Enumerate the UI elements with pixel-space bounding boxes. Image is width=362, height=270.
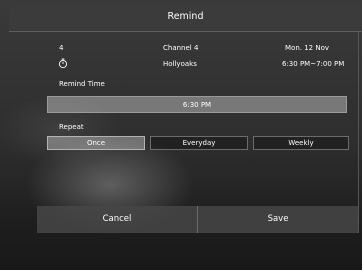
repeat-option-weekly[interactable]: Weekly: [253, 136, 349, 150]
save-button[interactable]: Save: [198, 206, 358, 233]
save-button-label: Save: [267, 214, 289, 224]
header-divider: [9, 31, 362, 32]
program-time-range: 6:30 PM~7:00 PM: [282, 60, 345, 68]
remind-time-field[interactable]: 6:30 PM: [47, 96, 347, 113]
cancel-button-label: Cancel: [102, 214, 132, 224]
repeat-option-label: Weekly: [288, 139, 314, 147]
dialog-title: Remind: [167, 11, 204, 22]
repeat-label: Repeat: [59, 123, 84, 131]
dialog-frame-edge: [358, 32, 359, 233]
program-date: Mon. 12 Nov: [285, 44, 330, 52]
program-title: Hollyoaks: [163, 60, 197, 68]
cancel-button[interactable]: Cancel: [37, 206, 197, 233]
channel-name: Channel 4: [163, 44, 199, 52]
timer-icon: [58, 58, 68, 69]
repeat-option-once[interactable]: Once: [47, 136, 145, 150]
repeat-option-label: Once: [86, 139, 106, 147]
dialog-header: Remind: [9, 5, 362, 31]
channel-number: 4: [59, 44, 64, 52]
repeat-option-label: Everyday: [182, 139, 216, 147]
remind-dialog: Remind 4 Channel 4 Mon. 12 Nov Hollyoaks…: [0, 0, 362, 270]
remind-time-value: 6:30 PM: [182, 101, 212, 109]
remind-time-label: Remind Time: [59, 80, 105, 88]
repeat-option-everyday[interactable]: Everyday: [150, 136, 248, 150]
